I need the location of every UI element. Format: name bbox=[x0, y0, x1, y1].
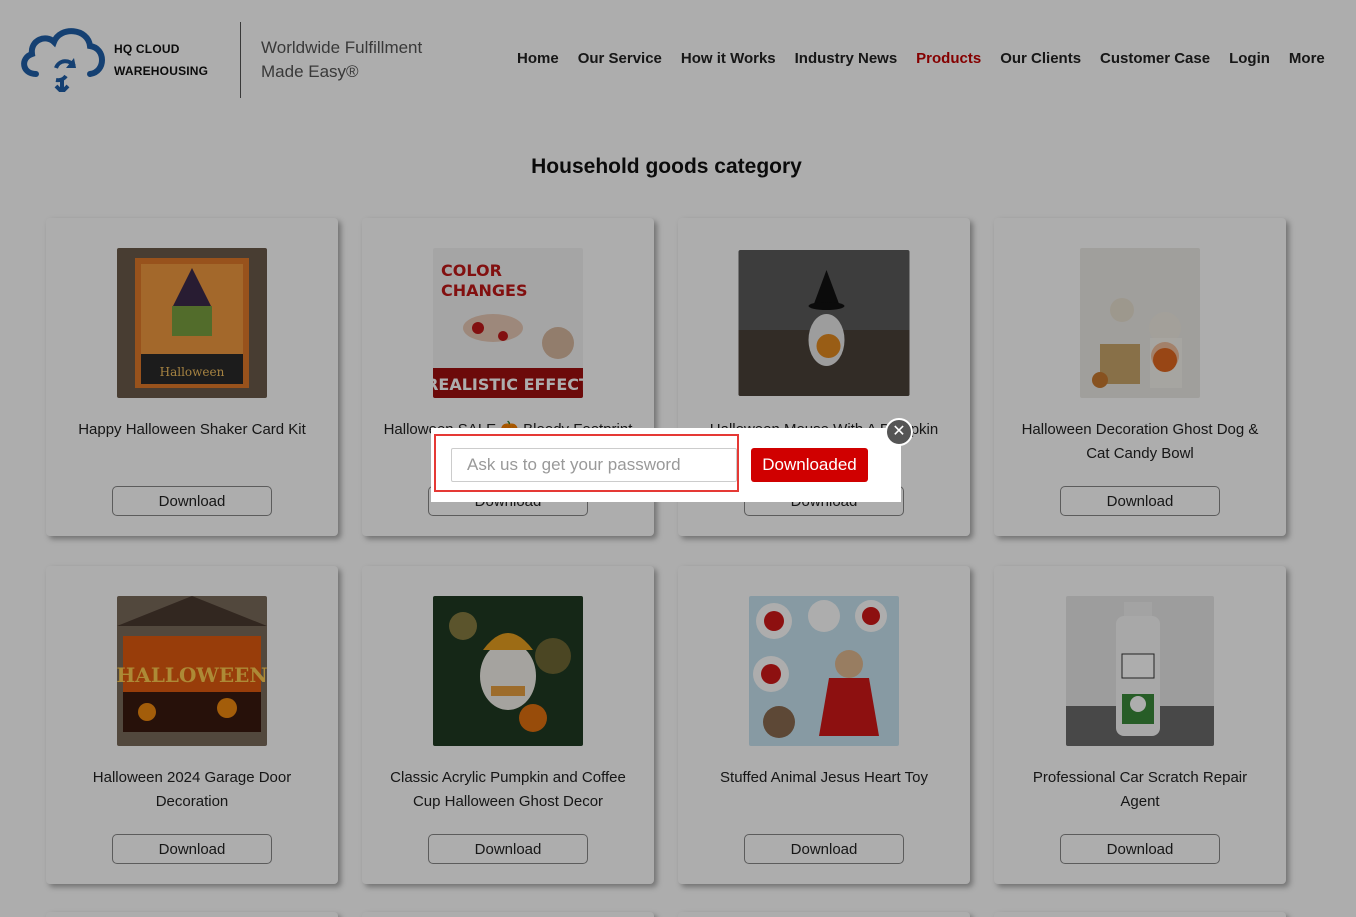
password-modal: Downloaded bbox=[431, 428, 901, 502]
password-input[interactable] bbox=[451, 448, 737, 482]
close-icon[interactable]: ✕ bbox=[885, 418, 913, 446]
downloaded-button[interactable]: Downloaded bbox=[751, 448, 868, 482]
